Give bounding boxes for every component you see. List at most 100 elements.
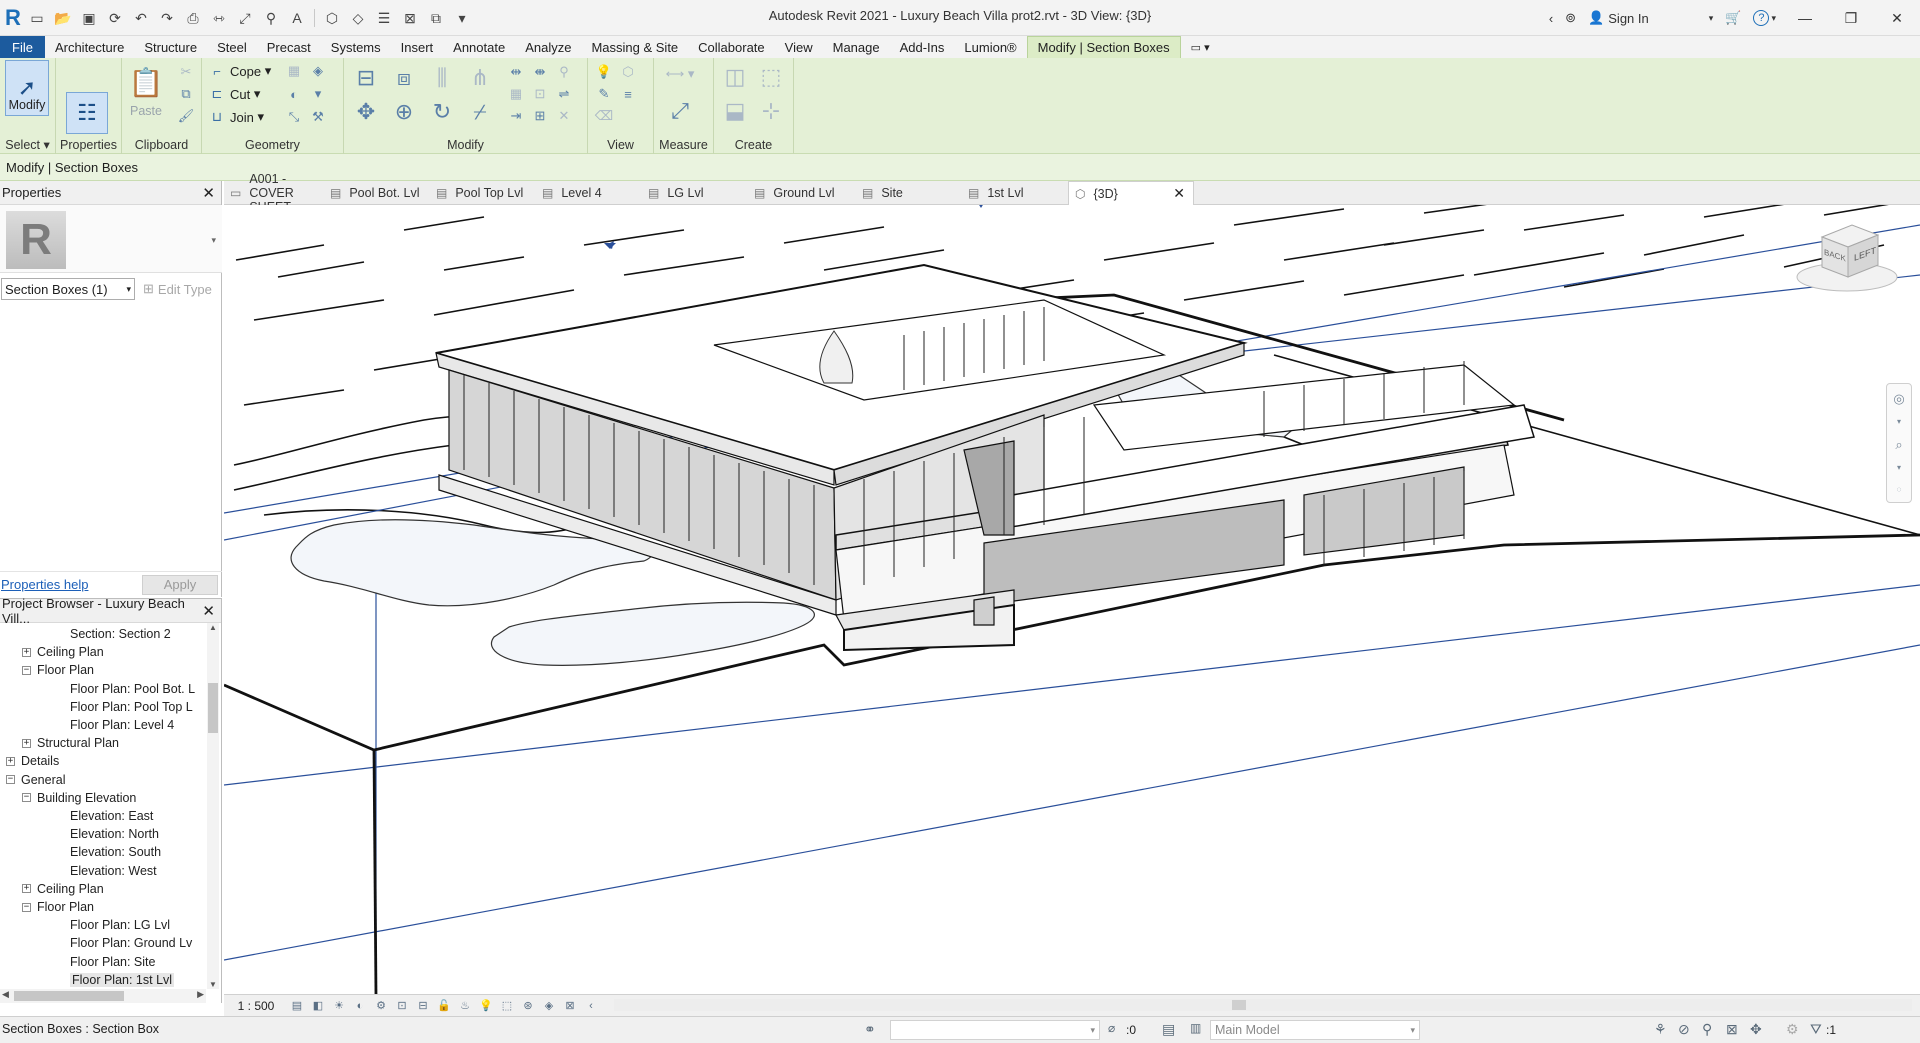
create-parts-icon[interactable]: ⬚ [756, 62, 786, 92]
expand-icon[interactable]: + [22, 738, 31, 748]
tree-item[interactable]: Section: Section 2 [70, 625, 171, 643]
edit-type-button[interactable]: ⊞ Edit Type [143, 281, 212, 297]
3d-viewport[interactable]: BACK LEFT ◎ ▾ ⌕ ▾ ◌ [224, 205, 1920, 997]
tab-lumion[interactable]: Lumion® [954, 36, 1026, 58]
tree-item[interactable]: − Floor Plan [22, 661, 94, 679]
lightbulb-icon[interactable]: 💡 [594, 62, 614, 82]
split-face-icon[interactable]: ◈ [308, 61, 328, 81]
tab-insert[interactable]: Insert [391, 36, 444, 58]
cart-icon[interactable]: 🛒 [1719, 5, 1747, 31]
unlocked-view-icon[interactable]: 🔓 [435, 997, 453, 1015]
open-icon[interactable]: 📂 [52, 7, 74, 29]
trim-extend-icon[interactable]: ⌿ [466, 98, 494, 126]
close-window-icon[interactable]: ✕ [1874, 0, 1920, 36]
editable-only-icon[interactable]: ⌀ [1108, 1021, 1115, 1035]
tree-item[interactable]: Floor Plan: 1st Lvl [70, 971, 175, 989]
tree-item[interactable]: Floor Plan: Site [70, 953, 155, 971]
eraser-icon[interactable]: ⌫ [594, 106, 614, 126]
tab-precast[interactable]: Precast [257, 36, 321, 58]
cope-button[interactable]: ⌐ Cope ▾ [208, 61, 271, 81]
tab-analyze[interactable]: Analyze [515, 36, 581, 58]
temporary-hide-icon[interactable]: ♨ [456, 997, 474, 1015]
3d-view-icon[interactable]: ⬡ [321, 7, 343, 29]
temporary-properties-icon[interactable]: ⬚ [498, 997, 516, 1015]
tab-structure[interactable]: Structure [134, 36, 207, 58]
tree-item[interactable]: Floor Plan: Level 4 [70, 716, 174, 734]
scroll-up-icon[interactable]: ▲ [207, 623, 219, 632]
project-browser-hscrollbar[interactable]: ◀ ▶ [0, 989, 206, 1003]
ribbon-options-icon[interactable]: ▭ ▾ [1181, 36, 1220, 58]
trim-multiple-icon[interactable]: ⇥ [506, 106, 526, 126]
scroll-down-icon[interactable]: ▼ [207, 980, 219, 989]
create-group-icon[interactable]: ⬓ [720, 96, 750, 126]
mirror-axis-icon[interactable]: ⫼ [428, 64, 456, 92]
mirror-draw-icon[interactable]: ⋔ [466, 64, 494, 92]
sync-icon[interactable]: ⟳ [104, 7, 126, 29]
unpin-icon[interactable]: ⇌ [554, 84, 574, 104]
view-scale[interactable]: 1 : 500 [224, 999, 288, 1013]
chevron-down-icon[interactable]: ▾ [1890, 412, 1908, 430]
close-hidden-icon[interactable]: ⊠ [399, 7, 421, 29]
nav-options-icon[interactable]: ◌ [1890, 480, 1908, 498]
scroll-left-icon[interactable]: ‹ [582, 997, 600, 1015]
rotate-icon[interactable]: ↻ [428, 98, 456, 126]
crop-view-icon[interactable]: ⊡ [393, 997, 411, 1015]
select-by-face-icon[interactable]: ⊠ [1726, 1021, 1738, 1038]
override-graphics-icon[interactable]: ✎ [594, 84, 614, 104]
view-tab[interactable]: ⬡ {3D} ✕ [1068, 181, 1194, 205]
restore-icon[interactable]: ❐ [1828, 0, 1874, 36]
minimize-icon[interactable]: — [1782, 0, 1828, 36]
view-tab[interactable]: ▤ Site [856, 181, 960, 205]
move-icon[interactable]: ✥ [352, 98, 380, 126]
scroll-thumb[interactable] [208, 683, 218, 733]
tab-annotate[interactable]: Annotate [443, 36, 515, 58]
tab-architecture[interactable]: Architecture [45, 36, 134, 58]
select-pinned-icon[interactable]: ⚲ [1702, 1021, 1712, 1038]
expand-icon[interactable]: + [6, 756, 15, 766]
close-icon[interactable]: ✕ [1173, 185, 1185, 202]
tree-item[interactable]: Elevation: South [70, 843, 161, 861]
cut-button[interactable]: ⊏ Cut ▾ [208, 84, 261, 104]
text-icon[interactable]: A [286, 7, 308, 29]
dimension-icon[interactable]: ⤢ [234, 7, 256, 29]
analytical-model-icon[interactable]: ◈ [540, 997, 558, 1015]
viewport-hscrollbar[interactable] [614, 999, 1912, 1011]
tab-massing-site[interactable]: Massing & Site [581, 36, 688, 58]
scale-icon[interactable]: ⊡ [530, 84, 550, 104]
paste-button[interactable]: 📋 Paste [129, 62, 164, 119]
tab-systems[interactable]: Systems [321, 36, 391, 58]
hammer-icon[interactable]: ⚒ [308, 107, 328, 127]
background-processes-icon[interactable]: ⚙ [1786, 1021, 1799, 1038]
sun-path-icon[interactable]: ☀ [330, 997, 348, 1015]
view-tab[interactable]: ▤ LG Lvl [642, 181, 746, 205]
active-workset-dropdown[interactable]: ▾ [890, 1020, 1100, 1040]
collapse-icon[interactable]: − [6, 775, 15, 785]
binoculars-icon[interactable]: ⊚ [1559, 5, 1582, 31]
view-tab[interactable]: ▤ Pool Top Lvl [430, 181, 534, 205]
tree-item[interactable]: + Ceiling Plan [22, 880, 104, 898]
zoom-icon[interactable]: ⌕ [1890, 436, 1908, 454]
exclude-options-icon[interactable]: ▥ [1190, 1021, 1201, 1035]
tab-view[interactable]: View [775, 36, 823, 58]
design-options-icon[interactable]: ▤ [1162, 1021, 1175, 1038]
view-tab[interactable]: ▭A001 - COVER SHEET [224, 172, 322, 214]
copy-element-icon[interactable]: ⊕ [390, 98, 418, 126]
search-back-icon[interactable]: ‹ [1543, 5, 1559, 31]
properties-help-link[interactable]: Properties help [1, 577, 88, 592]
split-element-icon[interactable]: ⇹ [506, 62, 526, 82]
modify-button[interactable]: ➚ Modify [5, 60, 49, 116]
villa-3d-model[interactable] [224, 205, 1920, 997]
customize-qat-icon[interactable]: ▾ [451, 7, 473, 29]
worksharing-display-icon[interactable]: ⊛ [519, 997, 537, 1015]
delete-icon[interactable]: ✕ [554, 106, 574, 126]
highlight-displacement-icon[interactable]: ⊠ [561, 997, 579, 1015]
filter-icon[interactable]: ⛛ [1810, 1021, 1822, 1038]
hide-icon[interactable]: ⬡ [618, 62, 638, 82]
close-icon[interactable]: ✕ [202, 602, 215, 620]
tab-collaborate[interactable]: Collaborate [688, 36, 775, 58]
copy-icon[interactable]: ⧉ [176, 84, 196, 104]
tree-item[interactable]: Floor Plan: LG Lvl [70, 916, 170, 934]
tree-item[interactable]: Elevation: East [70, 807, 153, 825]
drag-on-selection-icon[interactable]: ✥ [1750, 1021, 1762, 1038]
type-selector-dropdown[interactable]: Section Boxes (1) ▾ [1, 278, 135, 300]
